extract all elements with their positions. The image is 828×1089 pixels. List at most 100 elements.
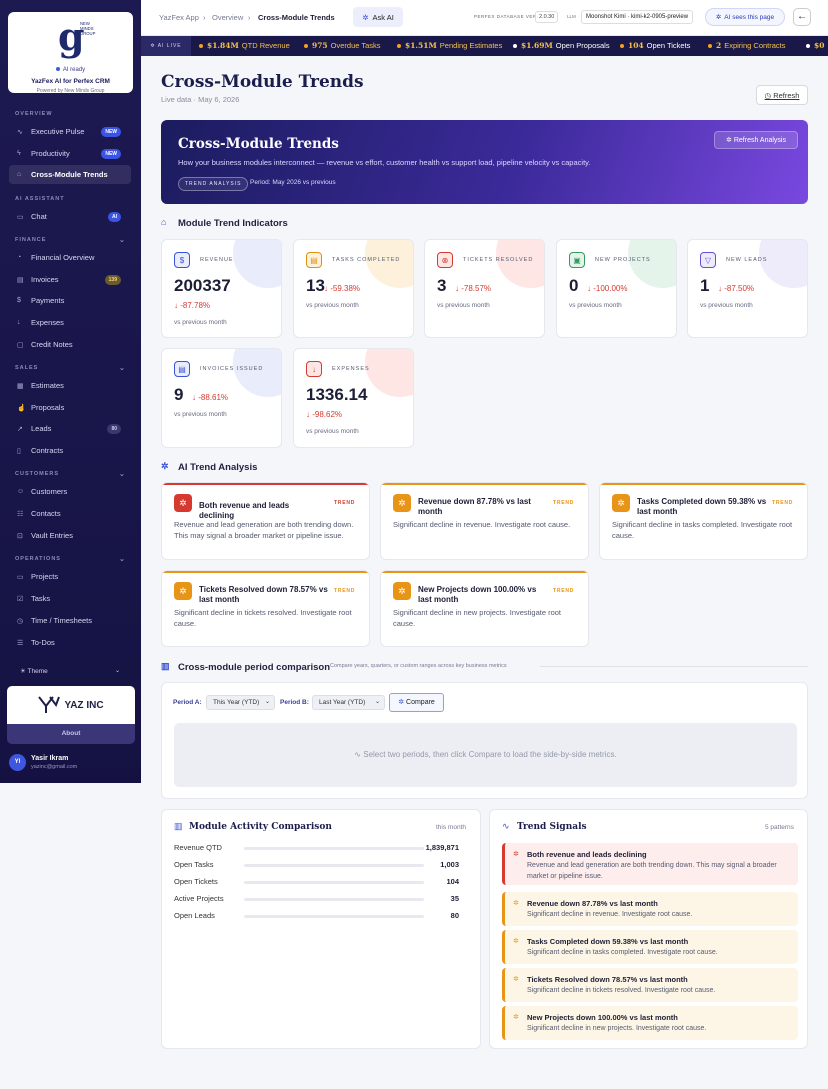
ai-trend-card[interactable]: ✲ Revenue down 87.78% vs last month TREND S… [380,482,589,560]
sidebar-item-projects[interactable]: ▭ Projects [9,567,131,586]
period-a-select[interactable]: This Year (YTD) ⌄ [206,695,275,710]
top-bar: YazFex App › Overview › Cross-Module Tre… [141,0,828,36]
ai-ready-status: AI ready [8,67,133,73]
metric-value: 200337 [174,276,231,295]
signal-title: Tasks Completed down 59.38% vs last mont… [527,937,689,946]
section-finance[interactable]: FINANCE ⌄ [15,237,125,244]
back-arrow-button[interactable]: ← [793,8,811,26]
sidebar-item-chat[interactable]: ▭ Chat AI [9,207,131,226]
compare-button[interactable]: ✲ Compare [389,693,444,712]
sidebar-item-tasks[interactable]: ☑ Tasks [9,589,131,608]
sidebar-item-proposals[interactable]: ☝ Proposals [9,398,131,417]
ticker-item[interactable]: 975 Overdue Tasks [304,41,381,50]
brand-card: g NEW MINDS GROUP AI ready YazFex AI for… [8,12,133,94]
breadcrumb-overview[interactable]: Overview [212,13,243,22]
trend-tag: TREND [553,588,575,594]
sidebar-item-executive-pulse[interactable]: ∿ Executive Pulse NEW [9,122,131,141]
ticker-item[interactable]: $1.84M QTD Revenue [199,41,290,50]
sparkle-icon: ✲ [513,900,519,907]
activity-label: Revenue QTD [174,843,222,852]
card-accent [162,571,369,573]
folder-icon: ▭ [17,573,24,581]
sidebar-item-financial-overview[interactable]: ◔ Financial Overview [9,248,131,267]
live-label: AI LIVE [157,43,182,49]
refresh-analysis-button[interactable]: ✲ Refresh Analysis [714,131,798,149]
indicator-card[interactable]: ▣ NEW PROJECTS 0 ↓ -100.00% vs previous mont… [556,239,677,338]
metric-delta: ↓ -98.62% [306,410,342,419]
indicator-card[interactable]: ▽ NEW LEADS 1 ↓ -87.50% vs previous month [687,239,808,338]
delta-value: -87.50% [724,284,755,293]
hero-period: Period: May 2026 vs previous [250,179,336,186]
sidebar-item-label: Payments [31,296,65,305]
activity-bar-track [244,864,424,867]
ticker-item[interactable]: $0 [806,41,827,50]
ticker-value: $1.51M [405,41,437,50]
metric-value: 1 [700,276,710,295]
period-b-select[interactable]: Last Year (YTD) ⌄ [312,695,385,710]
refresh-analysis-label: Refresh Analysis [733,137,786,144]
ai-sees-page-toggle[interactable]: ✲ AI sees this page [705,8,785,26]
ask-ai-label: Ask AI [372,12,394,22]
signal-item[interactable]: ✲ Tickets Resolved down 78.57% vs last mo… [502,968,798,1002]
sidebar-item-customers[interactable]: ☺ Customers [9,482,131,501]
ask-ai-button[interactable]: ✲ Ask AI [353,7,403,27]
insight-body: Significant decline in new projects. Inv… [393,608,562,628]
signal-item[interactable]: ✲ Both revenue and leads declining Revenue… [502,843,798,885]
section-operations[interactable]: OPERATIONS ⌄ [15,556,125,563]
ai-trend-card[interactable]: ✲ Both revenue and leads declining TREND Re… [161,482,370,560]
sidebar-item-contracts[interactable]: ▯ Contracts [9,441,131,460]
card-accent [162,483,369,485]
ai-trend-card[interactable]: ✲ New Projects down 100.00% vs last month… [380,570,589,647]
indicator-card[interactable]: ▤ TASKS COMPLETED 13 ↓ -59.38% vs previous m… [293,239,414,338]
alert-icon: ✲ [174,582,192,600]
ticker-item[interactable]: $1.69M Open Proposals [513,41,610,50]
metric-value: 13 [306,276,325,295]
sidebar-item-leads[interactable]: ↗ Leads 80 [9,419,131,438]
ai-trend-title: AI Trend Analysis [178,462,258,473]
pulse-icon: ∿ [354,750,361,759]
sidebar-item-timesheets[interactable]: ◷ Time / Timesheets [9,611,131,630]
indicator-card[interactable]: ▤ INVOICES ISSUED 9 ↓ -88.61% vs previous mo… [161,348,282,448]
status-dot-icon [55,67,60,72]
signal-item[interactable]: ✲ New Projects down 100.00% vs last month… [502,1006,798,1040]
sidebar-item-contacts[interactable]: ☷ Contacts [9,504,131,523]
sidebar-item-todos[interactable]: ☰ To-Dos [9,633,131,652]
ai-trend-card[interactable]: ✲ Tickets Resolved down 78.57% vs last mo… [161,570,370,647]
activity-value: 1,003 [440,860,459,869]
signal-item[interactable]: ✲ Tasks Completed down 59.38% vs last mon… [502,930,798,964]
ticker-item[interactable]: 104 Open Tickets [620,41,690,50]
sidebar-item-productivity[interactable]: ϟ Productivity NEW [9,144,131,163]
activity-bar-track [244,898,424,901]
company-logo: YAZ INC [7,686,135,724]
sidebar-item-vault-entries[interactable]: ⊡ Vault Entries [9,526,131,545]
sidebar-item-estimates[interactable]: ▦ Estimates [9,376,131,395]
theme-toggle[interactable]: ☀ Theme ⌄ [20,667,120,675]
ai-sees-label: AI sees this page [724,13,775,21]
about-button[interactable]: About [7,724,135,744]
signal-title: Tickets Resolved down 78.57% vs last mon… [527,975,688,984]
card-decoration [233,349,281,397]
activity-label: Open Leads [174,911,215,920]
section-customers[interactable]: CUSTOMERS ⌄ [15,471,125,478]
refresh-button[interactable]: ◷ Refresh [756,85,808,105]
indicator-card[interactable]: ↓ EXPENSES 1336.14 ↓ -98.62% vs previous mon… [293,348,414,448]
metric-label: NEW LEADS [726,257,768,263]
hero-title: Cross-Module Trends [178,136,339,152]
sidebar-item-expenses[interactable]: ↓ Expenses [9,313,131,332]
new-badge: NEW [101,127,121,137]
indicator-card[interactable]: $ REVENUE 200337 ↓ -87.78% vs previous month [161,239,282,338]
section-sales[interactable]: SALES ⌄ [15,365,125,372]
trend-tag: TREND [772,500,794,506]
signal-item[interactable]: ✲ Revenue down 87.78% vs last month Signif… [502,892,798,926]
contract-icon: ▯ [17,447,21,455]
ai-trend-card[interactable]: ✲ Tasks Completed down 59.38% vs last mon… [599,482,808,560]
sidebar-item-payments[interactable]: $ Payments [9,291,131,310]
ticker-item[interactable]: 2 Expiring Contracts [708,41,786,50]
sidebar-item-invoices[interactable]: ▤ Invoices 139 [9,270,131,289]
indicator-card[interactable]: ⊗ TICKETS RESOLVED 3 ↓ -78.57% vs previous m… [424,239,545,338]
delta-value: -87.78% [180,301,211,310]
ticker-item[interactable]: $1.51M Pending Estimates [397,41,502,50]
sidebar-item-cross-module-trends[interactable]: ⌂ Cross-Module Trends [9,165,131,184]
breadcrumb-app[interactable]: YazFex App [159,13,199,22]
sidebar-item-credit-notes[interactable]: ▢ Credit Notes [9,335,131,354]
